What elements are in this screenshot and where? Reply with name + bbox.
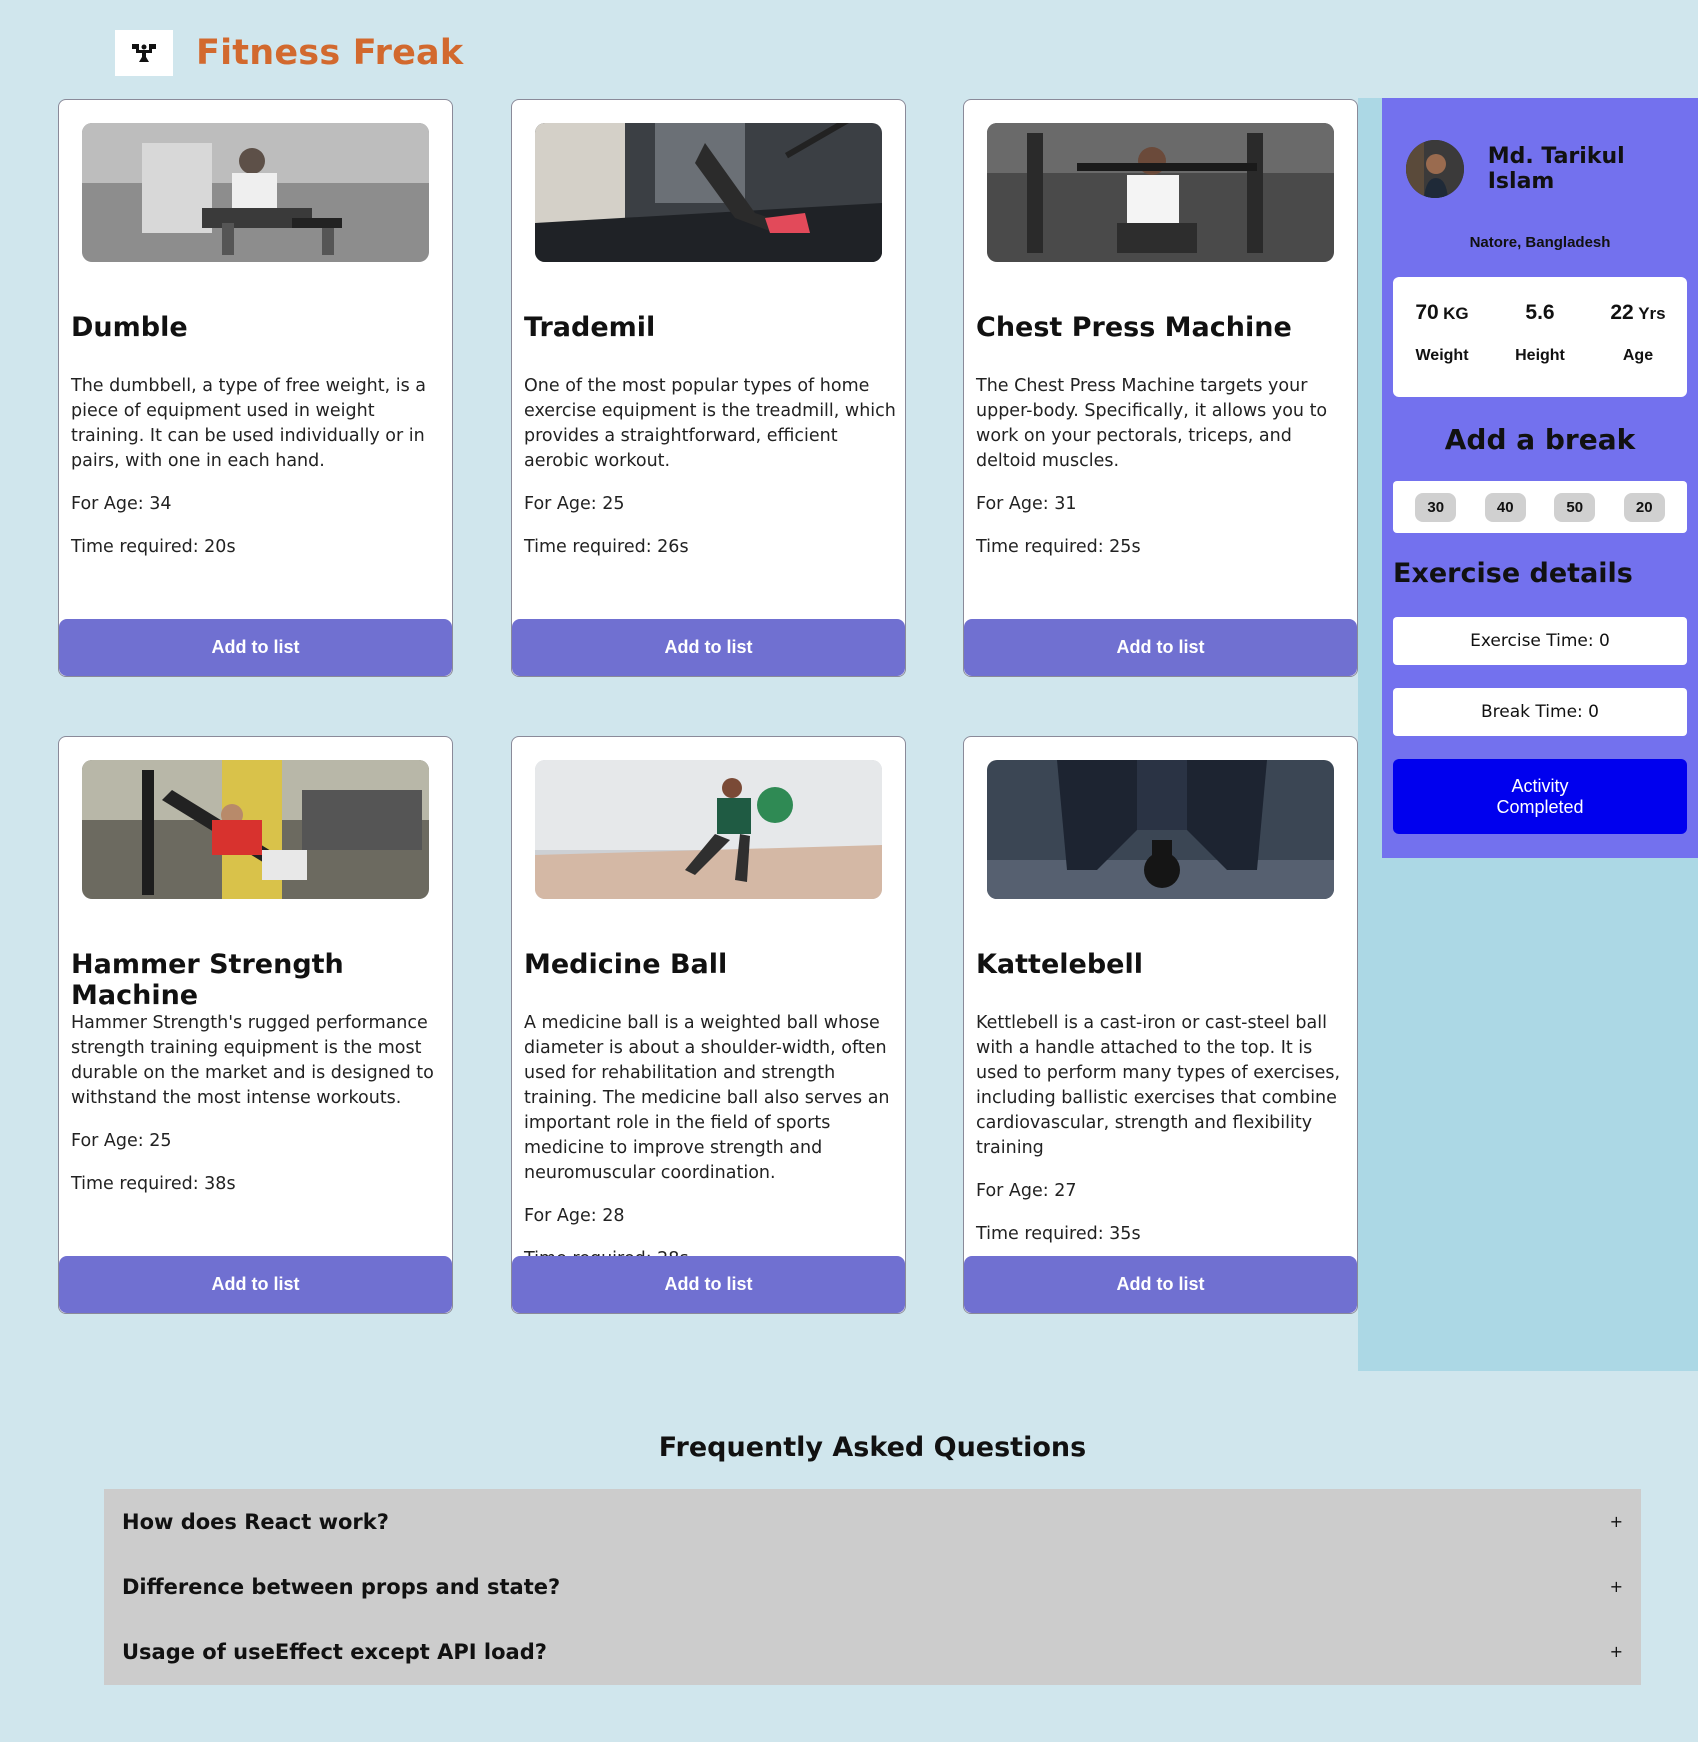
break-options: 30 40 50 20 (1393, 481, 1687, 533)
expand-icon[interactable]: + (1610, 1512, 1623, 1531)
stat-weight: 70 KG Weight (1394, 301, 1490, 397)
avatar (1406, 140, 1464, 198)
card-body: The Chest Press Machine targets your upp… (976, 374, 1357, 578)
add-to-list-button[interactable]: Add to list (964, 1256, 1357, 1313)
break-title: Add a break (1444, 423, 1636, 456)
card-body: One of the most popular types of home ex… (524, 374, 905, 578)
card-age: For Age: 27 (976, 1181, 1077, 1201)
card-description: A medicine ball is a weighted ball whose… (524, 1013, 890, 1183)
exercise-image (82, 123, 429, 262)
card-description: One of the most popular types of home ex… (524, 376, 896, 471)
card-body: Hammer Strength's rugged performance str… (71, 1011, 452, 1215)
break-button-30[interactable]: 30 (1415, 492, 1457, 522)
card-description: Hammer Strength's rugged performance str… (71, 1013, 434, 1108)
exercise-card: Trademil One of the most popular types of… (511, 99, 906, 677)
add-to-list-button[interactable]: Add to list (964, 619, 1357, 676)
stat-unit: Yrs (1638, 304, 1666, 323)
exercise-time: Exercise Time: 0 (1393, 617, 1687, 665)
card-description: The Chest Press Machine targets your upp… (976, 376, 1328, 471)
exercise-details-title: Exercise details (1393, 558, 1633, 589)
exercise-image (535, 123, 882, 262)
card-description: The dumbbell, a type of free weight, is … (71, 376, 427, 471)
faq-question: Difference between props and state? (122, 1574, 561, 1599)
card-age: For Age: 25 (524, 494, 625, 514)
expand-icon[interactable]: + (1610, 1577, 1623, 1596)
expand-icon[interactable]: + (1610, 1642, 1623, 1661)
card-description: Kettlebell is a cast-iron or cast-steel … (976, 1013, 1341, 1158)
exercise-image (987, 123, 1334, 262)
profile-location: Natore, Bangladesh (1469, 234, 1611, 251)
card-title: Medicine Ball (524, 949, 728, 980)
logo[interactable] (115, 30, 173, 76)
card-title: Trademil (524, 312, 656, 343)
faq-item[interactable]: Usage of useEffect except API load? + (104, 1619, 1641, 1684)
faq-item[interactable]: Difference between props and state? + (104, 1554, 1641, 1619)
activity-completed-label: Activity Completed (1496, 775, 1584, 817)
add-to-list-button[interactable]: Add to list (512, 619, 905, 676)
add-to-list-button[interactable]: Add to list (512, 1256, 905, 1313)
site-header: Fitness Freak (115, 30, 463, 76)
exercise-image (987, 760, 1334, 899)
break-button-50[interactable]: 50 (1554, 492, 1596, 522)
exercise-card: Medicine Ball A medicine ball is a weight… (511, 736, 906, 1314)
card-body: The dumbbell, a type of free weight, is … (71, 374, 452, 578)
exercise-image (82, 760, 429, 899)
break-time: Break Time: 0 (1393, 688, 1687, 736)
stat-age: 22 Yrs Age (1590, 301, 1686, 397)
exercise-card: Hammer Strength Machine Hammer Strength's… (58, 736, 453, 1314)
faq-question: How does React work? (122, 1509, 389, 1534)
brand-title[interactable]: Fitness Freak (196, 33, 463, 73)
card-time: Time required: 35s (976, 1224, 1141, 1244)
break-button-20[interactable]: 20 (1623, 492, 1665, 522)
card-time: Time required: 26s (524, 537, 689, 557)
card-body: Kettlebell is a cast-iron or cast-steel … (976, 1011, 1357, 1265)
card-title: Hammer Strength Machine (71, 949, 344, 1011)
profile-stats: 70 KG Weight 5.6 Height 22 Yrs Age (1393, 277, 1687, 397)
stat-height: 5.6 Height (1492, 301, 1588, 397)
activity-completed-button[interactable]: Activity Completed (1393, 759, 1687, 834)
card-time: Time required: 20s (71, 537, 236, 557)
exercise-card: Chest Press Machine The Chest Press Machi… (963, 99, 1358, 677)
faq-question: Usage of useEffect except API load? (122, 1639, 547, 1664)
card-time: Time required: 25s (976, 537, 1141, 557)
dumbbell-icon (132, 44, 156, 62)
card-time: Time required: 38s (71, 1174, 236, 1194)
card-body: A medicine ball is a weighted ball whose… (524, 1011, 905, 1290)
add-to-list-button[interactable]: Add to list (59, 1256, 452, 1313)
card-title: Kattelebell (976, 949, 1143, 980)
exercise-card: Dumble The dumbbell, a type of free weigh… (58, 99, 453, 677)
card-age: For Age: 34 (71, 494, 172, 514)
profile-sidebar: Md. Tarikul Islam Natore, Bangladesh 70 … (1382, 98, 1698, 858)
add-to-list-button[interactable]: Add to list (59, 619, 452, 676)
faq-title: Frequently Asked Questions (658, 1432, 1087, 1463)
stat-value: 22 (1610, 301, 1634, 324)
card-age: For Age: 28 (524, 1206, 625, 1226)
stat-label: Age (1622, 347, 1654, 364)
faq-item[interactable]: How does React work? + (104, 1489, 1641, 1554)
card-age: For Age: 25 (71, 1131, 172, 1151)
card-title: Dumble (71, 312, 188, 343)
profile-name: Md. Tarikul Islam (1487, 144, 1625, 194)
break-button-40[interactable]: 40 (1484, 492, 1526, 522)
card-title: Chest Press Machine (976, 312, 1292, 343)
stat-value: 70 (1415, 301, 1439, 324)
faq-accordion: How does React work? + Difference betwee… (104, 1489, 1641, 1685)
stat-unit: KG (1443, 304, 1469, 323)
exercise-card: Kattelebell Kettlebell is a cast-iron or … (963, 736, 1358, 1314)
stat-label: Weight (1415, 347, 1469, 364)
stat-label: Height (1515, 347, 1565, 364)
stat-value: 5.6 (1525, 301, 1555, 324)
profile-header: Md. Tarikul Islam (1406, 140, 1698, 198)
exercise-image (535, 760, 882, 899)
card-age: For Age: 31 (976, 494, 1077, 514)
